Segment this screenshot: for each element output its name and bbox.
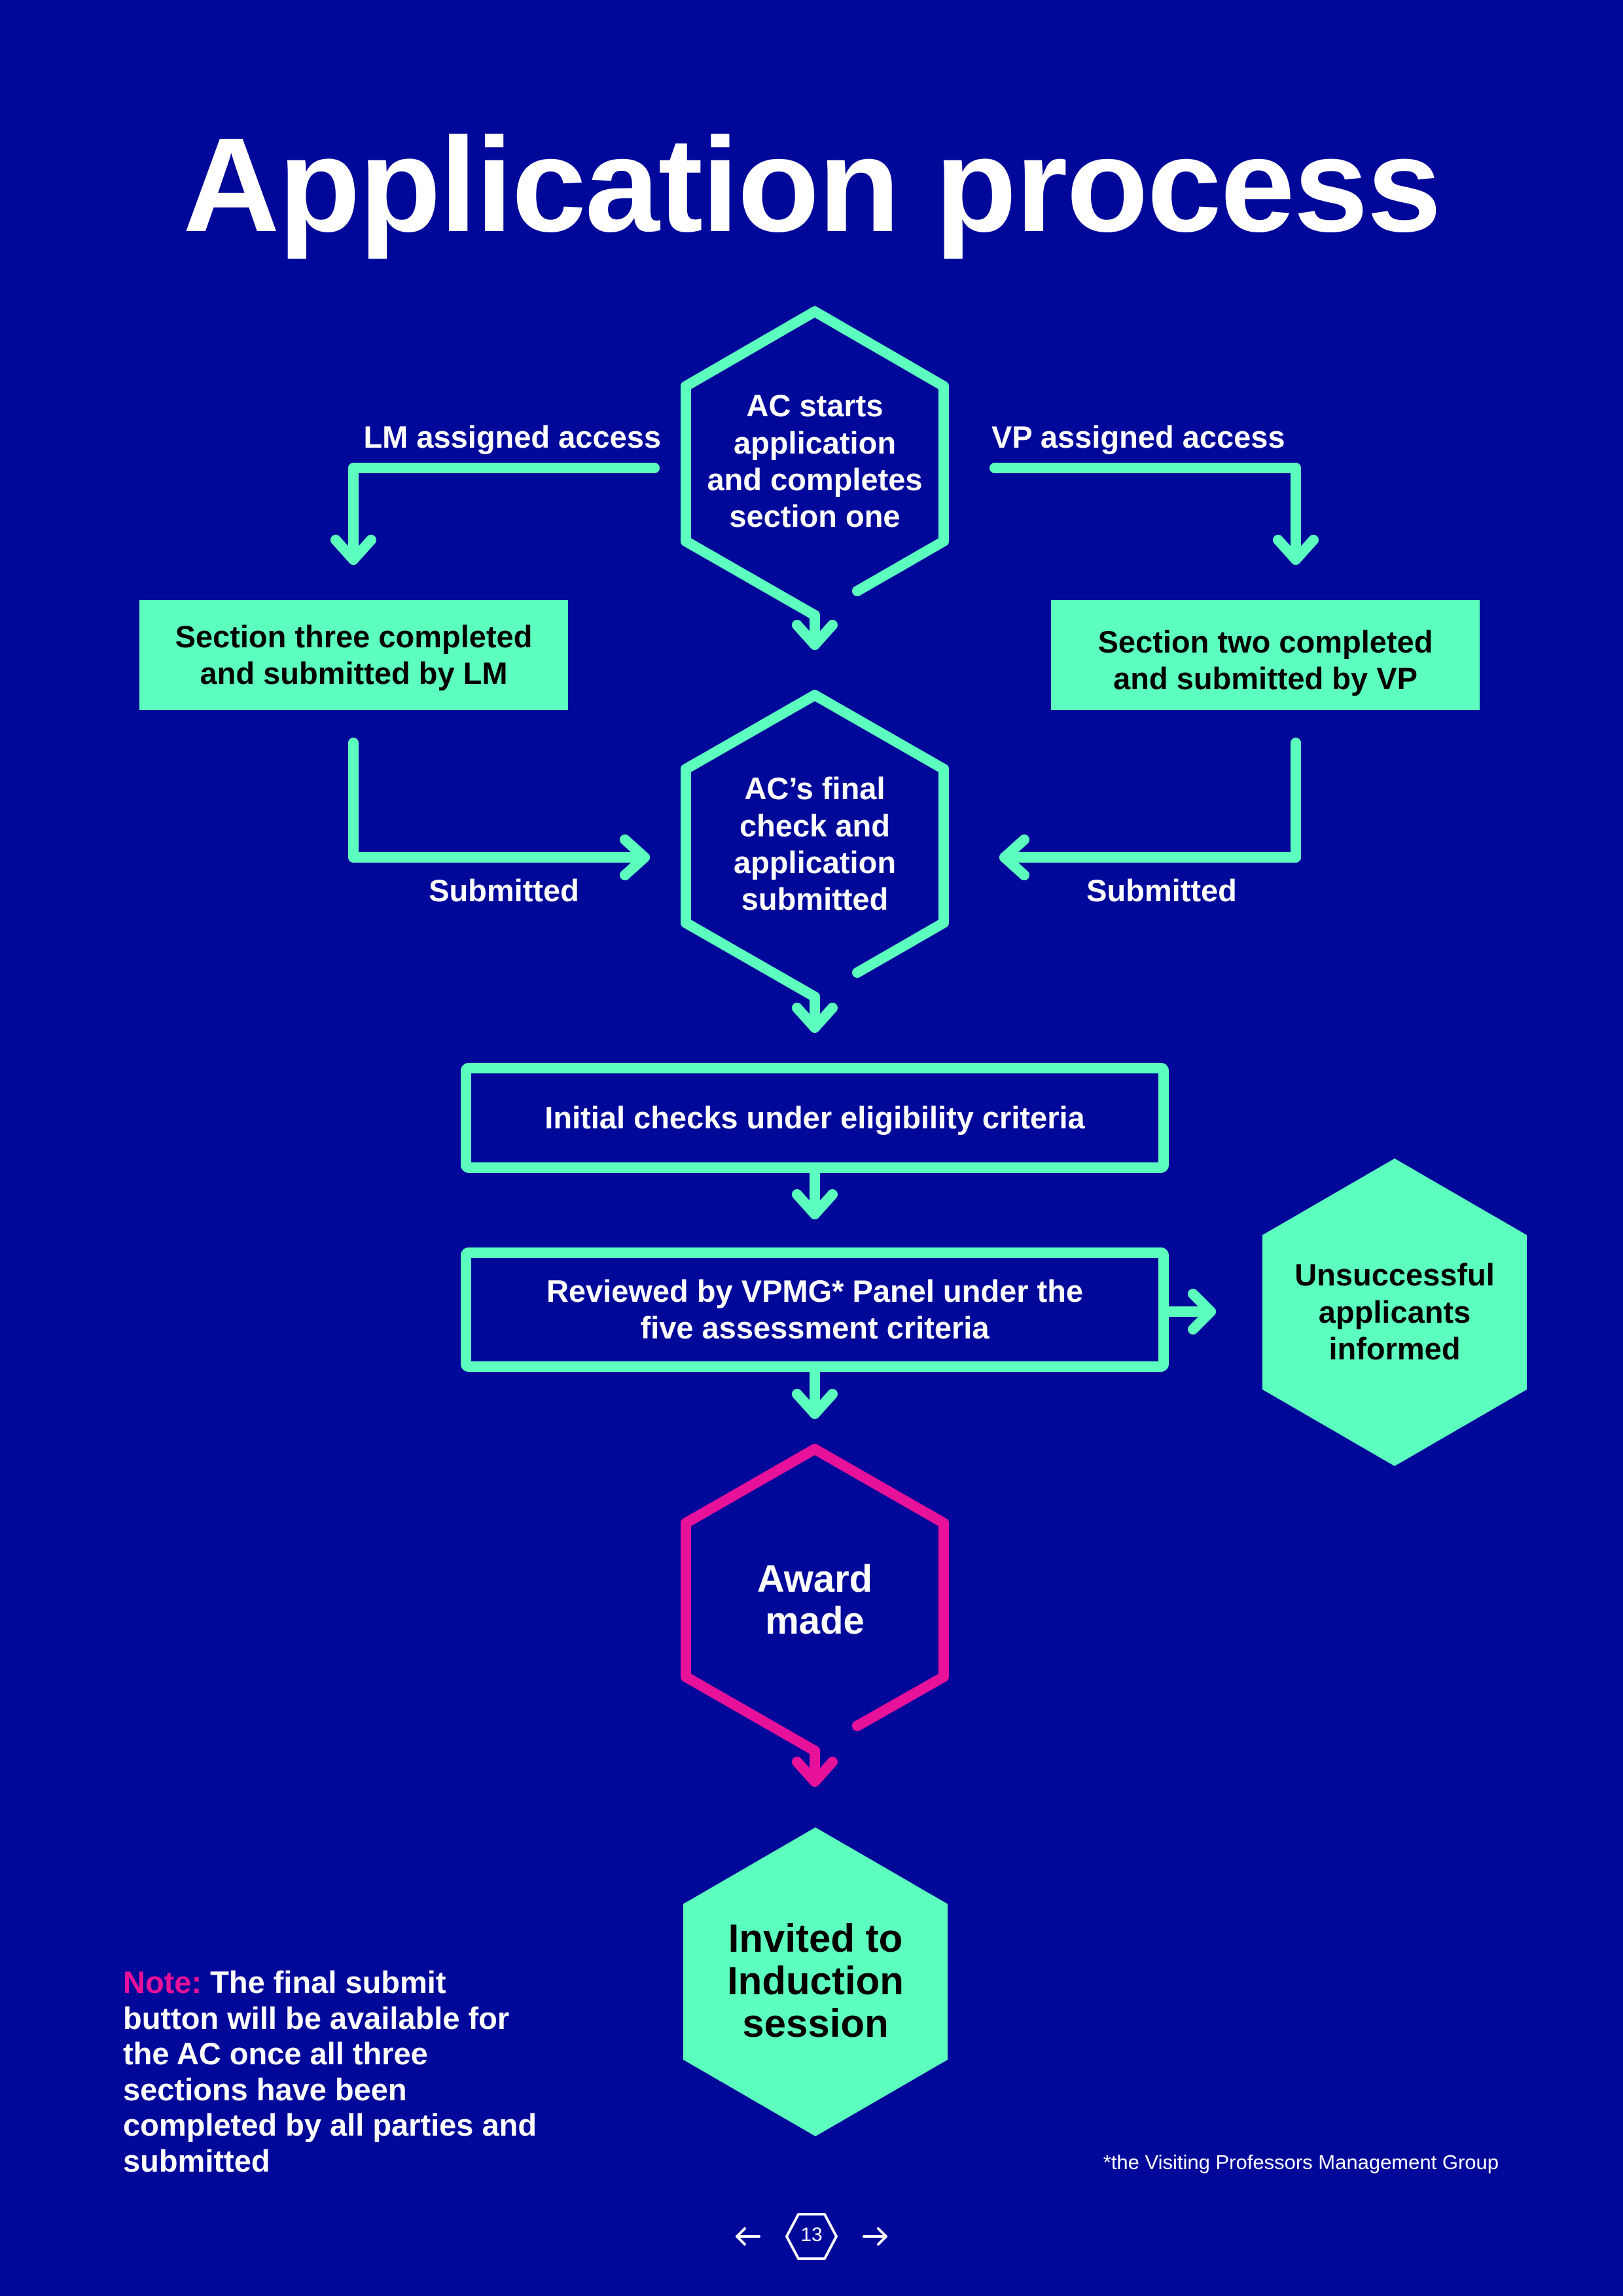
lm-submitted-label: Submitted — [429, 873, 579, 908]
note-block: Note: The final submit button will be av… — [123, 1965, 542, 2179]
pagination: 13 — [733, 2212, 890, 2261]
lm-submitted-connector — [348, 738, 650, 863]
vp-section-line: Section two completed — [1097, 624, 1433, 659]
lm-section-node-text: Section three completed and submitted by… — [139, 600, 568, 710]
lm-section-line: Section three completed — [175, 619, 533, 654]
initial-checks-line: Initial checks under eligibility criteri… — [544, 1100, 1085, 1135]
induction-line: Induction — [727, 1959, 904, 2003]
footnote: *the Visiting Professors Management Grou… — [1103, 2151, 1499, 2174]
vp-access-connector — [990, 463, 1301, 565]
final-check-line: application — [733, 845, 897, 880]
page-title: Application process — [183, 110, 1441, 260]
vp-access-label: VP assigned access — [991, 420, 1285, 454]
review-line: five assessment criteria — [640, 1310, 990, 1345]
current-page-number: 13 — [800, 2224, 823, 2246]
final-check-line: submitted — [741, 882, 889, 917]
award-node: Award made — [694, 1522, 936, 1679]
review-line: Reviewed by VPMG* Panel under the — [546, 1273, 1084, 1308]
note-key: Note: — [123, 1965, 202, 2000]
vp-section-line: and submitted by VP — [1113, 661, 1418, 696]
final-check-line: AC’s final — [744, 771, 885, 806]
lm-access-connector — [348, 463, 660, 565]
start-node-line: section one — [729, 499, 901, 534]
unsuccessful-line: applicants — [1318, 1294, 1471, 1329]
induction-line: session — [742, 2001, 889, 2045]
start-node: AC starts application and completes sect… — [694, 383, 936, 540]
induction-node: Invited to Induction session — [683, 1901, 948, 2062]
lm-access-label: LM assigned access — [363, 420, 661, 454]
vp-section-node-text: Section two completed and submitted by V… — [1051, 605, 1480, 715]
vp-submitted-label: Submitted — [1086, 873, 1237, 908]
vp-submitted-connector — [999, 738, 1301, 863]
initial-checks-node: Initial checks under eligibility criteri… — [466, 1068, 1164, 1168]
start-node-line: application — [733, 425, 897, 460]
final-check-line: check and — [740, 808, 890, 843]
induction-line: Invited to — [728, 1916, 903, 1961]
award-line: made — [765, 1600, 865, 1642]
start-node-line: and completes — [707, 462, 923, 497]
lm-section-line: and submitted by LM — [200, 656, 508, 691]
start-node-line: AC starts — [746, 388, 883, 423]
award-line: Award — [757, 1558, 873, 1601]
review-node: Reviewed by VPMG* Panel under the five a… — [466, 1253, 1164, 1367]
unsuccessful-node: Unsuccessful applicants informed — [1262, 1230, 1527, 1394]
unsuccessful-line: Unsuccessful — [1294, 1257, 1495, 1293]
unsuccessful-line: informed — [1329, 1331, 1461, 1367]
final-check-node: AC’s final check and application submitt… — [694, 766, 936, 923]
